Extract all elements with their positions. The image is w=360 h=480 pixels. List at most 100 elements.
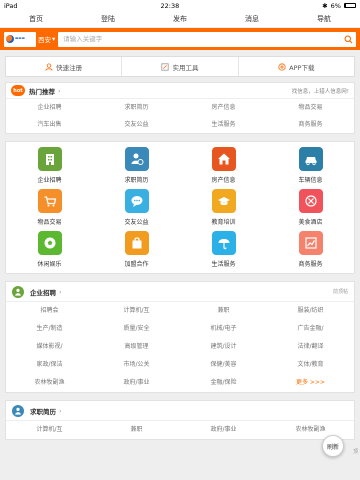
category-goods[interactable]: 物品交易 — [6, 189, 93, 231]
house-icon — [211, 147, 236, 171]
app-download-button[interactable]: APP下载 — [239, 57, 354, 76]
category-label: 物品交易 — [37, 219, 62, 226]
hot-link[interactable]: 商务服务 — [267, 116, 354, 133]
category-label: 交友公益 — [124, 219, 149, 226]
category-business[interactable]: 商务服务 — [267, 231, 354, 273]
chevron-down-icon: ▾ — [52, 35, 56, 43]
battery-percent: 6% — [330, 1, 341, 10]
user-icon — [45, 62, 53, 71]
category-leisure[interactable]: 休闲娱乐 — [6, 231, 93, 273]
job-category-link[interactable]: 家政/保洁 — [6, 356, 93, 374]
job-category-link[interactable]: 服装/纺织 — [267, 302, 354, 320]
job-category-link[interactable]: 农林牧副渔 — [6, 374, 93, 392]
category-label: 商务服务 — [298, 261, 323, 268]
nav-messages[interactable]: 消息 — [216, 11, 288, 27]
hot-recommend-panel: hot 热门推荐 › 找信息，上猎人信息网! 企业招聘 求职简历 房产信息 物品… — [5, 82, 355, 134]
job-category-link[interactable]: 建筑/设计 — [180, 338, 267, 356]
resume-category-link[interactable]: 兼职 — [93, 421, 180, 439]
clock: 22:38 — [160, 1, 180, 10]
job-category-link[interactable]: 质量/安全 — [93, 320, 180, 338]
job-category-link[interactable]: 文体/教育 — [267, 356, 354, 374]
hot-link[interactable]: 生活服务 — [180, 116, 267, 133]
category-label: 车辆信息 — [298, 177, 323, 184]
shopping-bag-icon — [124, 231, 149, 255]
category-label: 求职简历 — [124, 177, 149, 184]
job-category-link[interactable]: 招聘会 — [6, 302, 93, 320]
hot-link[interactable]: 物品交易 — [267, 99, 354, 116]
hot-tagline: 找信息，上猎人信息网! — [291, 88, 349, 95]
category-label: 教育培训 — [211, 219, 236, 226]
download-icon — [278, 62, 286, 71]
resumes-header: 求职简历 › — [6, 401, 354, 421]
cart-icon — [37, 189, 62, 213]
refresh-button[interactable]: 刷新 — [322, 435, 344, 457]
job-category-link[interactable]: 高级管理 — [93, 338, 180, 356]
job-category-link[interactable]: 机械/电子 — [180, 320, 267, 338]
resume-category-link[interactable]: 计算机/互 — [6, 421, 93, 439]
hot-link[interactable]: 房产信息 — [180, 99, 267, 116]
nav-publish[interactable]: 发布 — [144, 11, 216, 27]
fork-knife-icon — [298, 189, 323, 213]
nav-navigation[interactable]: 导航 — [288, 11, 360, 27]
search-input[interactable] — [58, 31, 340, 47]
city-selector[interactable]: 西安 ▾ — [38, 34, 55, 44]
job-category-link[interactable]: 计算机/互 — [93, 302, 180, 320]
quick-links: 快速注册 实用工具 APP下载 — [5, 56, 355, 77]
job-category-link[interactable]: 生产/制造 — [6, 320, 93, 338]
jobs-more-link[interactable]: 更多 >>> — [267, 374, 354, 392]
side-tab[interactable]: 顶 — [353, 448, 358, 455]
jobs-grid: 招聘会 计算机/互 兼职 服装/纺织 生产/制造 质量/安全 机械/电子 广告金… — [6, 302, 354, 392]
hot-link[interactable]: 求职简历 — [93, 99, 180, 116]
jobs-top-posts-link[interactable]: 前顶帖 — [333, 288, 348, 295]
resume-category-link[interactable]: 政府/事业 — [180, 421, 267, 439]
resume-category-link[interactable]: 农林牧副渔 — [267, 421, 354, 439]
job-category-link[interactable]: 兼职 — [180, 302, 267, 320]
car-icon — [298, 147, 323, 171]
resumes-grid: 计算机/互 兼职 政府/事业 农林牧副渔 — [6, 421, 354, 439]
hot-link[interactable]: 企业招聘 — [6, 99, 93, 116]
tools-icon — [161, 62, 170, 71]
battery-icon — [343, 3, 356, 8]
hot-link[interactable]: 汽车出售 — [6, 116, 93, 133]
category-social[interactable]: 交友公益 — [93, 189, 180, 231]
chevron-right-icon: › — [59, 406, 62, 415]
category-label: 房产信息 — [211, 177, 236, 184]
job-category-link[interactable]: 金融/保险 — [180, 374, 267, 392]
search-button[interactable] — [340, 32, 356, 47]
hot-recommend-title[interactable]: 热门推荐 — [29, 86, 55, 96]
job-category-link[interactable]: 广告金融/ — [267, 320, 354, 338]
job-category-link[interactable]: 政府/事业 — [93, 374, 180, 392]
chart-icon — [298, 231, 323, 255]
category-label: 美食酒店 — [298, 219, 323, 226]
category-franchise[interactable]: 加盟合作 — [93, 231, 180, 273]
category-vehicles[interactable]: 车辆信息 — [267, 147, 354, 189]
job-category-link[interactable]: 媒体影视/ — [6, 338, 93, 356]
status-bar: iPad 22:38 ✱ 6% — [0, 0, 360, 11]
category-label: 企业招聘 — [37, 177, 62, 184]
site-logo[interactable]: ▬▬▬ — [4, 31, 36, 47]
job-category-link[interactable]: 市场/公关 — [93, 356, 180, 374]
category-food[interactable]: 美食酒店 — [267, 189, 354, 231]
umbrella-icon — [211, 231, 236, 255]
category-education[interactable]: 教育培训 — [180, 189, 267, 231]
quick-register-button[interactable]: 快速注册 — [6, 57, 123, 76]
category-jobs[interactable]: 企业招聘 — [6, 147, 93, 189]
hot-link[interactable]: 交友公益 — [93, 116, 180, 133]
category-resumes[interactable]: 求职简历 — [93, 147, 180, 189]
search-bar: ▬▬▬ 西安 ▾ — [0, 28, 360, 50]
jobs-title[interactable]: 企业招聘 — [30, 287, 56, 297]
resumes-section: 求职简历 › 计算机/互 兼职 政府/事业 农林牧副渔 — [5, 400, 355, 440]
category-housing[interactable]: 房产信息 — [180, 147, 267, 189]
nav-home[interactable]: 首页 — [0, 11, 72, 27]
job-category-link[interactable]: 法律/翻译 — [267, 338, 354, 356]
device-name: iPad — [4, 1, 18, 10]
tools-label: 实用工具 — [172, 63, 199, 72]
category-life-services[interactable]: 生活服务 — [180, 231, 267, 273]
resumes-title[interactable]: 求职简历 — [30, 406, 56, 416]
quick-register-label: 快速注册 — [56, 63, 83, 72]
category-label: 加盟合作 — [124, 261, 149, 268]
nav-login[interactable]: 登陆 — [72, 11, 144, 27]
job-category-link[interactable]: 保健/美容 — [180, 356, 267, 374]
tools-button[interactable]: 实用工具 — [122, 57, 239, 76]
person-icon — [12, 285, 24, 298]
